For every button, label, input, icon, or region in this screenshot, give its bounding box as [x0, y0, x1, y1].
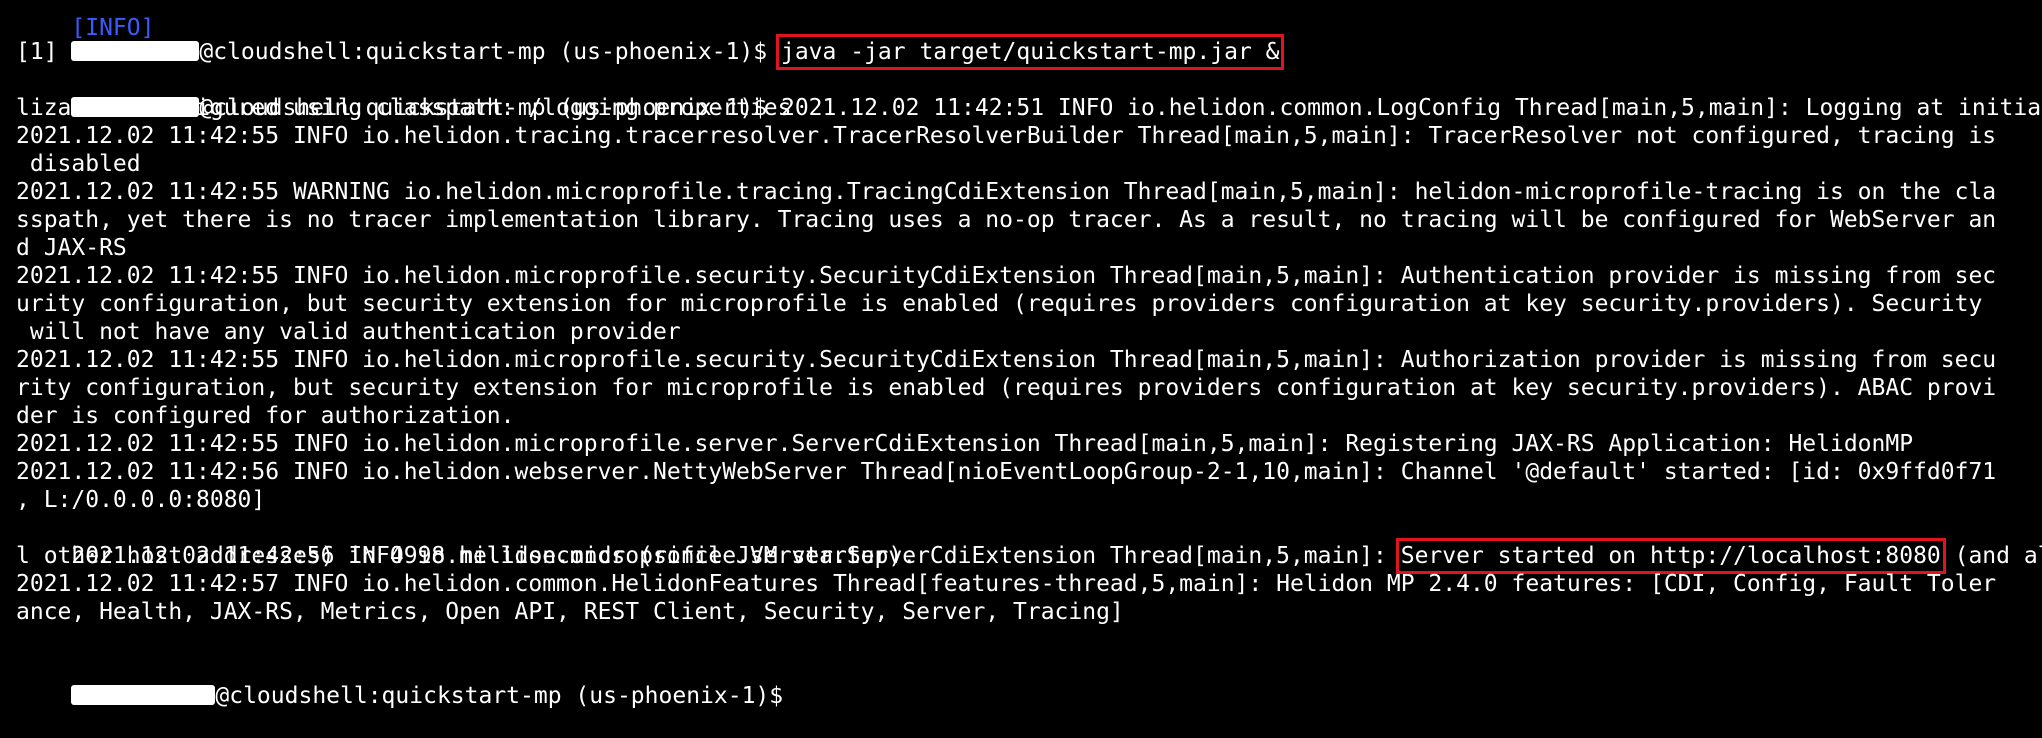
log-line: 2021.12.02 11:42:55 INFO io.helidon.micr… [16, 263, 1997, 289]
log-line: ance, Health, JAX-RS, Metrics, Open API,… [16, 599, 1124, 625]
terminal-window[interactable]: [INFO] @cloudshell:quickstart-mp (us-pho… [16, 0, 2042, 710]
log-line: der is configured for authorization. [16, 403, 515, 429]
log-line: 2021.12.02 11:42:55 INFO io.helidon.micr… [16, 431, 1914, 457]
log-line: sspath, yet there is no tracer implement… [16, 207, 1997, 233]
log-line: 2021.12.02 11:42:55 INFO io.helidon.micr… [16, 347, 1997, 373]
server-started-highlight: Server started on http://localhost:8080 [1395, 538, 1946, 574]
log-line: disabled [16, 151, 141, 177]
log-text: (and al [1940, 543, 2042, 569]
log-line: will not have any valid authentication p… [16, 319, 681, 345]
redacted-username [71, 685, 216, 705]
log-line: d JAX-RS [16, 235, 127, 261]
log-line: urity configuration, but security extens… [16, 291, 1983, 317]
server-started-line: 2021.12.02 11:42:56 INFO io.helidon.micr… [16, 514, 2042, 574]
log-line: rity configuration, but security extensi… [16, 375, 1997, 401]
prompt-line-2: @cloudshell:quickstart-mp (us-phoenix-1)… [16, 66, 2041, 121]
log-line: 2021.12.02 11:42:55 INFO io.helidon.trac… [16, 123, 1997, 149]
prompt-host: @cloudshell:quickstart-mp (us-phoenix-1)… [199, 39, 781, 65]
log-line: 2021.12.02 11:42:56 INFO io.helidon.webs… [16, 459, 1997, 485]
log-line: l other host addresses) in 4998 millisec… [16, 543, 917, 569]
log-line: lization configured using classpath: /lo… [16, 95, 792, 121]
command-highlight: java -jar target/quickstart-mp.jar & [775, 34, 1285, 70]
log-line: 2021.12.02 11:42:55 WARNING io.helidon.m… [16, 179, 1997, 205]
log-text: 2021.12.02 11:42:51 INFO io.helidon.comm… [780, 95, 2042, 121]
prompt-line-1: @cloudshell:quickstart-mp (us-phoenix-1)… [16, 10, 1285, 70]
log-line: 2021.12.02 11:42:57 INFO io.helidon.comm… [16, 571, 1997, 597]
job-line: [1] 7418 [16, 39, 127, 65]
log-line: , L:/0.0.0.0:8080] [16, 487, 266, 513]
prompt-host: @cloudshell:quickstart-mp (us-phoenix-1)… [215, 683, 784, 709]
final-prompt-line[interactable]: @cloudshell:quickstart-mp (us-phoenix-1)… [16, 654, 783, 709]
